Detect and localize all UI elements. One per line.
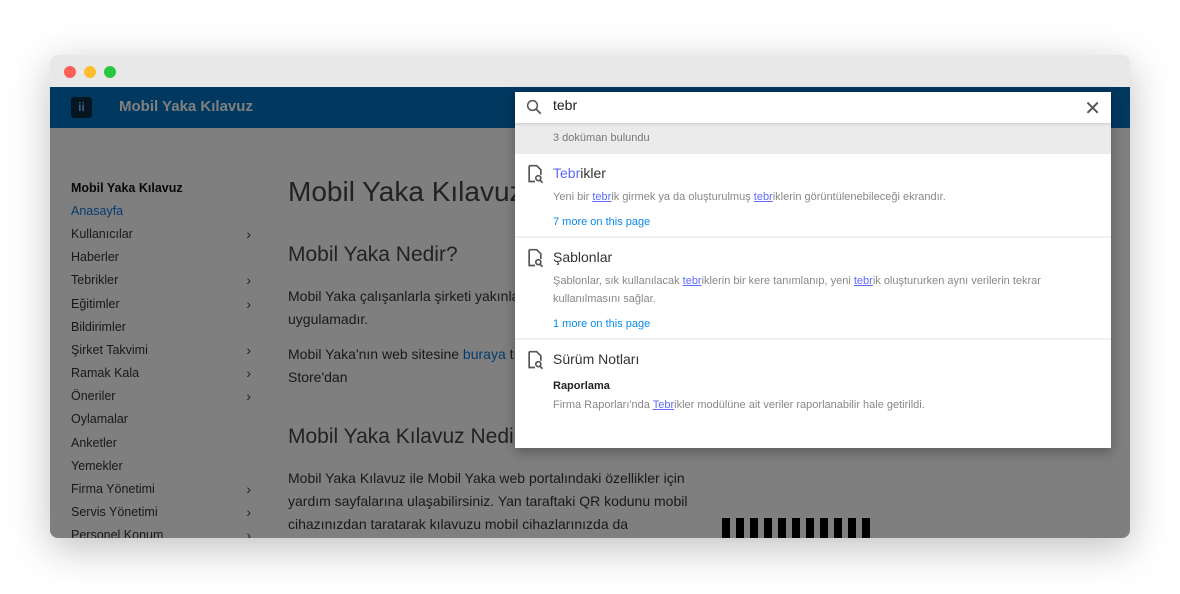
title-text: Şablonlar (553, 249, 613, 265)
result-subheading: Raporlama (553, 380, 610, 392)
text: iklerin bir kere tanımlanıp, yeni (701, 275, 854, 287)
text: ikler modülüne ait veriler raporlanabili… (674, 399, 925, 411)
match-highlight: tebr (682, 275, 702, 287)
search-bar: ✕ (515, 92, 1111, 123)
search-result[interactable]: Sürüm Notları Raporlama Firma Raporları'nd… (515, 340, 1111, 424)
match-highlight: Tebr (652, 399, 675, 411)
document-search-icon (528, 164, 544, 184)
maximize-window-button[interactable] (104, 66, 116, 78)
result-description: Yeni bir tebrik girmek ya da oluşturulmu… (553, 188, 1111, 206)
result-title[interactable]: Tebrikler (553, 154, 1111, 188)
text: iklerin görüntülenebileceği ekrandır. (772, 191, 946, 203)
result-title[interactable]: Şablonlar (553, 238, 1111, 272)
text: Firma Raporları'nda (553, 399, 653, 411)
text: ik girmek ya da oluşturulmuş (611, 191, 754, 203)
minimize-window-button[interactable] (84, 66, 96, 78)
result-description: Firma Raporları'nda Tebrikler modülüne a… (553, 396, 1111, 414)
title-text: ikler (580, 165, 606, 181)
text: Şablonlar, sık kullanılacak (553, 275, 683, 287)
search-icon (526, 99, 542, 115)
more-on-page-link[interactable]: 1 more on this page (553, 308, 1111, 338)
title-text: Sürüm Notları (553, 351, 640, 367)
document-search-icon (528, 248, 544, 268)
title-bar (50, 55, 1130, 87)
match-highlight: tebr (592, 191, 612, 203)
search-result[interactable]: Tebrikler Yeni bir tebrik girmek ya da ol… (515, 154, 1111, 238)
close-icon[interactable]: ✕ (1084, 96, 1101, 121)
document-search-icon (528, 350, 544, 370)
result-description: Şablonlar, sık kullanılacak tebriklerin … (553, 272, 1111, 308)
more-on-page-link[interactable]: 7 more on this page (553, 206, 1111, 236)
result-title[interactable]: Sürüm Notları (553, 340, 1111, 374)
close-window-button[interactable] (64, 66, 76, 78)
title-highlight: Tebr (553, 165, 581, 181)
search-result[interactable]: Şablonlar Şablonlar, sık kullanılacak teb… (515, 238, 1111, 340)
result-count: 3 doküman bulundu (515, 123, 1111, 154)
match-highlight: tebr (853, 275, 873, 287)
text: Yeni bir (553, 191, 593, 203)
search-panel: ✕ 3 doküman bulundu TebriklerYeni bir te… (515, 92, 1111, 448)
match-highlight: tebr (753, 191, 773, 203)
search-input[interactable] (553, 97, 1053, 113)
